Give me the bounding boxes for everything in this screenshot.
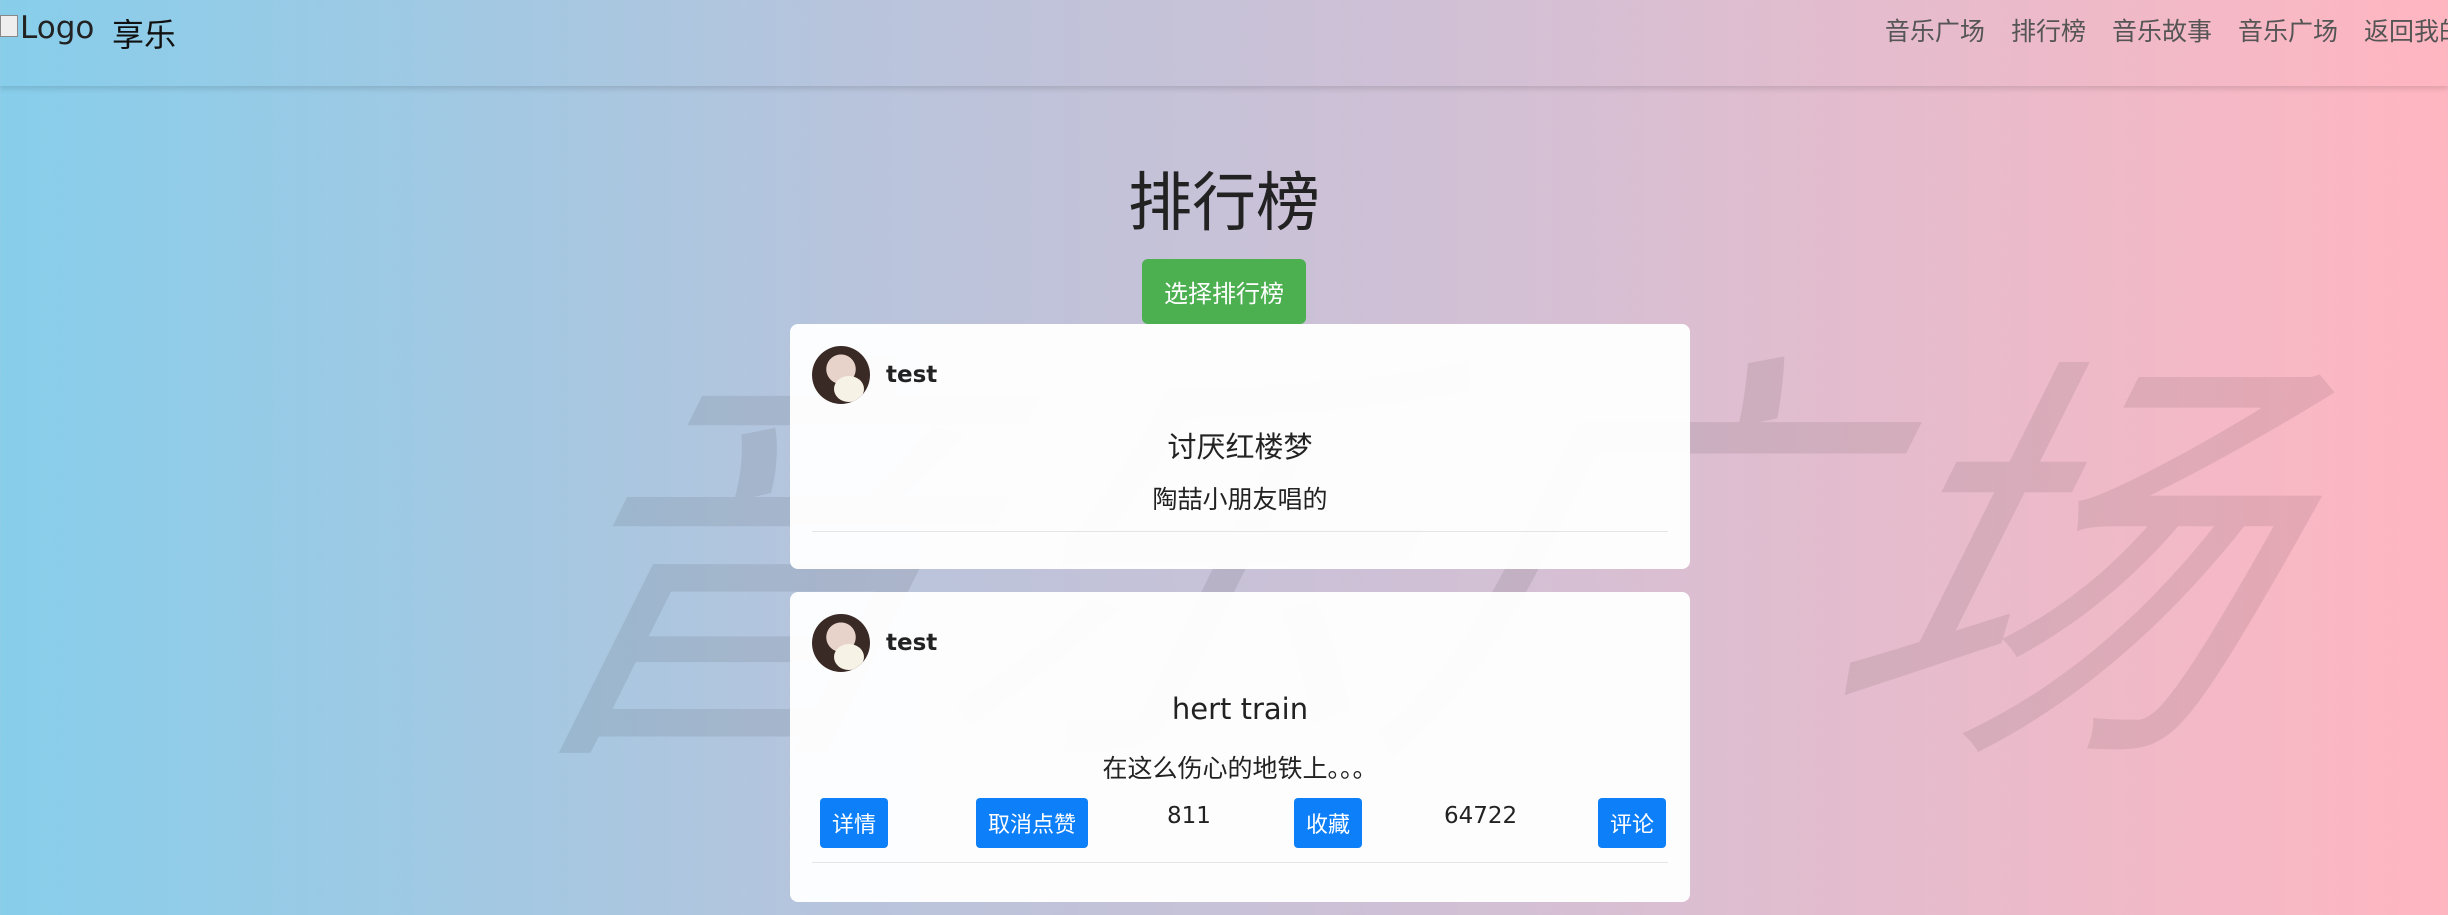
nav-link-music-square[interactable]: 音乐广场	[1885, 12, 1985, 48]
favorite-count: 64722	[1444, 803, 1518, 829]
favorite-button[interactable]: 收藏	[1294, 798, 1363, 848]
like-count: 811	[1167, 803, 1211, 829]
username[interactable]: test	[886, 362, 937, 388]
nav-links: 音乐广场 排行榜 音乐故事 音乐广场 返回我的	[1885, 12, 2448, 48]
avatar[interactable]	[812, 346, 870, 404]
top-navbar: Logo 享乐 音乐广场 排行榜 音乐故事 音乐广场 返回我的	[0, 0, 2448, 86]
logo-image[interactable]: Logo	[0, 10, 94, 46]
card-divider	[812, 862, 1668, 863]
song-title: hert train	[1171, 692, 1309, 726]
select-ranking-button[interactable]: 选择排行榜	[1142, 259, 1306, 324]
page-title: 排行榜	[1128, 167, 1320, 241]
nav-link-ranking[interactable]: 排行榜	[2011, 12, 2086, 48]
nav-link-music-square-2[interactable]: 音乐广场	[2238, 12, 2338, 48]
broken-image-icon	[0, 15, 18, 37]
username[interactable]: test	[886, 630, 937, 656]
card-divider	[812, 531, 1668, 532]
song-card: test 讨厌红楼梦 陶喆小朋友唱的	[790, 324, 1690, 569]
comment-button[interactable]: 评论	[1598, 798, 1667, 848]
avatar[interactable]	[812, 614, 870, 672]
brand-name[interactable]: 享乐	[112, 10, 176, 56]
song-card: test hert train 在这么伤心的地铁上。。。 详情 取消点赞 811…	[790, 592, 1690, 902]
unlike-button[interactable]: 取消点赞	[976, 798, 1089, 848]
nav-link-music-stories[interactable]: 音乐故事	[2112, 12, 2212, 48]
details-button[interactable]: 详情	[820, 798, 889, 848]
song-description: 陶喆小朋友唱的	[1152, 485, 1328, 514]
nav-link-back-to-mine[interactable]: 返回我的	[2364, 12, 2448, 48]
logo-alt-text: Logo	[20, 10, 95, 46]
song-title: 讨厌红楼梦	[1167, 430, 1313, 464]
song-description: 在这么伤心的地铁上。。。	[1102, 754, 1378, 783]
